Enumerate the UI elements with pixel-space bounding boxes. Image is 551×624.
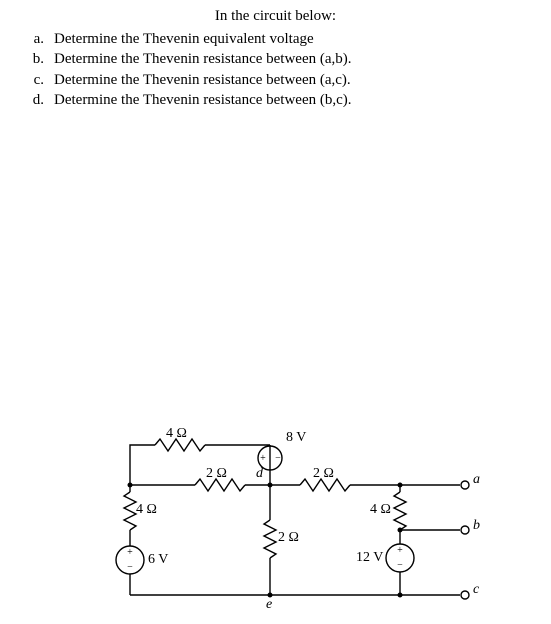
q-letter: b.	[28, 49, 44, 69]
label-r-center-vert: 2 Ω	[278, 530, 299, 546]
label-v-left: 6 V	[148, 552, 168, 568]
label-r-left-vert: 4 Ω	[136, 502, 157, 518]
list-item: b. Determine the Thevenin resistance bet…	[28, 49, 551, 69]
svg-text:+: +	[260, 453, 266, 464]
node-d: d	[256, 466, 263, 482]
q-letter: d.	[28, 90, 44, 110]
page-title: In the circuit below:	[0, 0, 551, 25]
list-item: d. Determine the Thevenin resistance bet…	[28, 90, 551, 110]
circuit-svg: + − + − + −	[100, 430, 520, 620]
q-letter: a.	[28, 29, 44, 49]
svg-text:−: −	[275, 453, 281, 464]
svg-text:−: −	[127, 562, 133, 573]
question-list: a. Determine the Thevenin equivalent vol…	[0, 25, 551, 110]
svg-text:+: +	[127, 547, 133, 558]
q-text: Determine the Thevenin resistance betwee…	[54, 90, 352, 110]
node-e: e	[266, 597, 272, 613]
label-v-top: 8 V	[286, 430, 306, 446]
svg-text:+: +	[397, 545, 403, 556]
q-letter: c.	[28, 70, 44, 90]
node-b: b	[473, 518, 480, 534]
circuit-diagram: + − + − + − 4 Ω 2 Ω 4 Ω 2 Ω 2 Ω 4 Ω 8 V …	[100, 430, 520, 610]
node-c: c	[473, 582, 479, 598]
label-r-right-vert: 4 Ω	[370, 502, 391, 518]
label-v-right: 12 V	[356, 550, 383, 566]
label-r-top-left: 4 Ω	[166, 426, 187, 442]
q-text: Determine the Thevenin equivalent voltag…	[54, 29, 314, 49]
label-r-mid-right: 2 Ω	[313, 466, 334, 482]
node-a: a	[473, 472, 480, 488]
q-text: Determine the Thevenin resistance betwee…	[54, 70, 351, 90]
q-text: Determine the Thevenin resistance betwee…	[54, 49, 352, 69]
list-item: c. Determine the Thevenin resistance bet…	[28, 70, 551, 90]
list-item: a. Determine the Thevenin equivalent vol…	[28, 29, 551, 49]
svg-text:−: −	[397, 560, 403, 571]
label-r-mid-left: 2 Ω	[206, 466, 227, 482]
